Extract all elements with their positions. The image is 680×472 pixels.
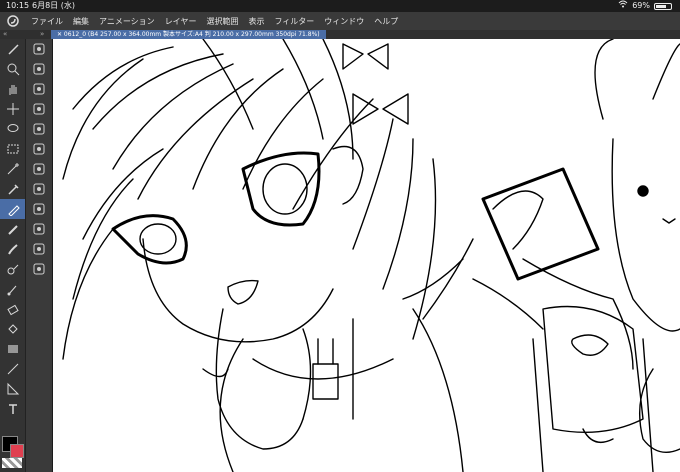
airbrush-icon[interactable]: [0, 259, 25, 279]
sub-tool-d-icon[interactable]: [26, 119, 52, 139]
magnifier-icon[interactable]: [0, 59, 25, 79]
wand-icon[interactable]: [0, 159, 25, 179]
select-icon[interactable]: [0, 139, 25, 159]
sub-tool-palette: [26, 39, 53, 472]
status-date: 6月8日 (水): [32, 1, 75, 10]
color-wheel-icon[interactable]: [26, 139, 52, 159]
status-right: 69%: [618, 0, 672, 12]
sub-color-swatch[interactable]: [10, 444, 24, 458]
status-time: 10:15: [6, 1, 30, 10]
history-icon[interactable]: [26, 219, 52, 239]
sub-tool-a-icon[interactable]: [26, 59, 52, 79]
line-art-illustration: [62, 39, 680, 472]
quick-access-icon[interactable]: [26, 259, 52, 279]
menu-help[interactable]: ヘルプ: [369, 16, 403, 27]
blend-icon[interactable]: [0, 279, 25, 299]
brush-icon[interactable]: [0, 239, 25, 259]
fill-icon[interactable]: [0, 319, 25, 339]
battery-percent: 69%: [632, 1, 650, 10]
drawing-canvas[interactable]: [53, 39, 680, 472]
tool-palette: [0, 39, 26, 472]
menu-bar: ファイル 編集 アニメーション レイヤー 選択範囲 表示 フィルター ウィンドウ…: [0, 12, 680, 30]
eyedropper-icon[interactable]: [0, 179, 25, 199]
menu-layer[interactable]: レイヤー: [160, 16, 202, 27]
layer-property-icon[interactable]: [26, 179, 52, 199]
battery-icon: [654, 2, 672, 10]
ruler-icon[interactable]: [0, 379, 25, 399]
pencil-icon[interactable]: [0, 219, 25, 239]
menu-file[interactable]: ファイル: [26, 16, 68, 27]
text-icon[interactable]: [0, 399, 25, 419]
sub-tool-b-icon[interactable]: [26, 79, 52, 99]
pen-icon[interactable]: [0, 199, 25, 219]
material-icon[interactable]: [26, 199, 52, 219]
menu-animation[interactable]: アニメーション: [94, 16, 160, 27]
eraser-icon[interactable]: [0, 299, 25, 319]
document-tab[interactable]: ✕ 0612_0 (B4 257.00 x 364.00mm 製本サイズ:A4 …: [51, 30, 326, 39]
collapse-right-icon[interactable]: »: [40, 30, 44, 39]
wifi-icon: [618, 0, 628, 12]
menu-filter[interactable]: フィルター: [269, 16, 319, 27]
transparent-color-swatch[interactable]: [2, 458, 22, 468]
hand-icon[interactable]: [0, 79, 25, 99]
line-icon[interactable]: [0, 359, 25, 379]
navigator-icon[interactable]: [26, 39, 52, 59]
clip-studio-logo-icon[interactable]: [0, 12, 26, 30]
lasso-icon[interactable]: [0, 119, 25, 139]
menu-view[interactable]: 表示: [243, 16, 269, 27]
layer-icon[interactable]: [26, 159, 52, 179]
menu-edit[interactable]: 編集: [68, 16, 94, 27]
move-icon[interactable]: [0, 99, 25, 119]
menu-window[interactable]: ウィンドウ: [319, 16, 369, 27]
auto-action-icon[interactable]: [26, 239, 52, 259]
menu-selection[interactable]: 選択範囲: [201, 16, 243, 27]
gradient-icon[interactable]: [0, 339, 25, 359]
ipad-status-bar: 10:15 6月8日 (水) 69%: [0, 0, 680, 12]
collapse-left-icon[interactable]: «: [3, 30, 7, 39]
sub-tool-c-icon[interactable]: [26, 99, 52, 119]
sub-tool-icon[interactable]: [0, 39, 25, 59]
document-tab-row: « » ✕ 0612_0 (B4 257.00 x 364.00mm 製本サイズ…: [0, 30, 680, 39]
